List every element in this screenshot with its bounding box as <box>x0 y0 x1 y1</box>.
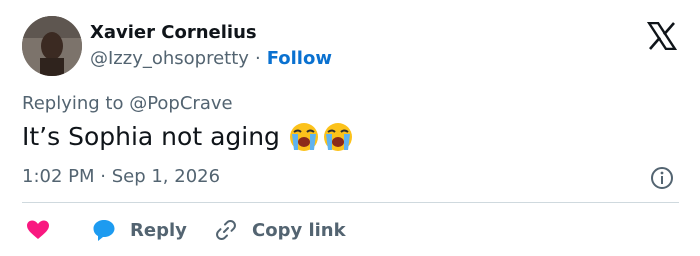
avatar-photo <box>22 16 82 76</box>
like-button[interactable] <box>26 216 50 244</box>
x-logo-icon[interactable] <box>647 22 677 50</box>
copy-link-label: Copy link <box>252 219 346 241</box>
emoji-group <box>288 120 356 152</box>
info-icon[interactable] <box>650 166 674 190</box>
tweet-body: It’s Sophia not aging <box>22 120 356 152</box>
follow-button[interactable]: Follow <box>267 48 332 69</box>
reply-context: Replying to @PopCrave <box>22 93 233 114</box>
reply-button[interactable]: Reply <box>92 216 187 244</box>
author-handle[interactable]: @Izzy_ohsopretty <box>90 48 249 69</box>
reply-context-prefix: Replying to <box>22 93 130 114</box>
author-meta: @Izzy_ohsopretty · Follow <box>90 48 332 69</box>
copy-link-button[interactable]: Copy link <box>214 216 346 244</box>
separator-dot: · <box>254 48 261 69</box>
tweet-timestamp[interactable]: 1:02 PM · Sep 1, 2026 <box>22 166 220 187</box>
loudly-crying-face-icon <box>323 123 352 151</box>
divider <box>22 202 679 203</box>
link-icon <box>216 219 236 241</box>
reply-target-link[interactable]: @PopCrave <box>129 93 232 114</box>
avatar[interactable] <box>22 16 82 76</box>
author-name[interactable]: Xavier Cornelius <box>90 22 257 43</box>
tweet-text: It’s Sophia not aging <box>22 121 280 151</box>
heart-icon <box>27 220 49 239</box>
speech-bubble-icon <box>93 220 115 241</box>
reply-label: Reply <box>130 219 187 241</box>
loudly-crying-face-icon <box>289 123 318 151</box>
